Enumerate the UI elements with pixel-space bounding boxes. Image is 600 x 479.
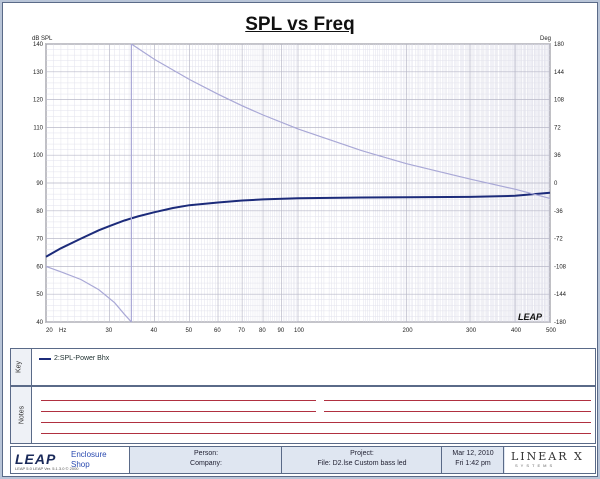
- notes-side-tab: Notes: [11, 387, 32, 443]
- y-axis-right-label: Deg: [540, 36, 551, 42]
- date-cell: Mar 12, 2010 Fri 1:42 pm: [443, 447, 504, 473]
- y-tick-label-right: 0: [554, 181, 558, 187]
- product-line-1: Enclosure: [71, 450, 107, 459]
- x-tick-label: 20: [46, 328, 53, 334]
- y-tick-label-left: 50: [36, 292, 43, 298]
- y-tick-label-left: 100: [33, 153, 44, 159]
- brand-cell: LINEAR X SYSTEMS: [505, 447, 595, 473]
- y-tick-label-right: 108: [554, 98, 565, 104]
- x-tick-label: 200: [403, 328, 414, 334]
- legend-panel: Key 2:SPL-Power Bhx: [10, 348, 596, 386]
- footer-bar: LEAP LEAP 5.0 LEAP Ver. 5.1.3.0 © 2000 E…: [10, 446, 596, 474]
- y-tick-label-right: 36: [554, 153, 561, 159]
- product-name: Enclosure Shop: [71, 450, 107, 470]
- y-tick-label-right: 180: [554, 42, 565, 48]
- x-tick-label: 70: [238, 328, 245, 334]
- y-tick-label-right: -36: [554, 209, 563, 215]
- linearx-logo: LINEAR X: [511, 450, 584, 463]
- date-text: Mar 12, 2010: [452, 450, 494, 457]
- note-line: [41, 422, 591, 423]
- note-line: [41, 433, 591, 434]
- y-tick-label-right: -180: [554, 320, 567, 326]
- person-cell: Person: Company:: [131, 447, 282, 473]
- notes-side-label: Notes: [18, 405, 26, 425]
- y-tick-label-left: 40: [36, 320, 43, 326]
- x-tick-label: 90: [278, 328, 285, 334]
- x-axis-label: Hz: [59, 328, 66, 334]
- legend-entry: 2:SPL-Power Bhx: [39, 355, 109, 362]
- time-text: Fri 1:42 pm: [455, 460, 491, 467]
- y-tick-label-left: 60: [36, 264, 43, 270]
- legend-entry-label: 2:SPL-Power Bhx: [54, 355, 110, 362]
- y-tick-label-left: 70: [36, 237, 43, 243]
- y-tick-label-right: -108: [554, 264, 567, 270]
- x-tick-label: 30: [105, 328, 112, 334]
- leap-logo: LEAP: [15, 451, 57, 467]
- x-tick-label: 40: [151, 328, 158, 334]
- note-gap: [316, 400, 324, 401]
- y-tick-label-left: 80: [36, 209, 43, 215]
- y-tick-label-left: 110: [33, 125, 43, 131]
- y-tick-label-right: -144: [554, 292, 567, 298]
- notes-panel: Notes: [10, 386, 596, 444]
- leap-logo-sub: LEAP 5.0 LEAP Ver. 5.1.3.0 © 2000: [15, 466, 79, 471]
- note-gap: [316, 411, 324, 412]
- x-tick-label: 300: [466, 328, 477, 334]
- person-label: Person:: [193, 450, 219, 457]
- project-cell: Project: File: D2.lse Custom bass led: [283, 447, 442, 473]
- leap-logo-cell: LEAP LEAP 5.0 LEAP Ver. 5.1.3.0 © 2000 E…: [11, 447, 130, 473]
- x-tick-label: 500: [546, 328, 557, 334]
- x-tick-label: 100: [294, 328, 305, 334]
- spl-chart: 20 30 40 50 60 70 80 90 100 200 300 400 500140130120…: [32, 36, 567, 334]
- company-label: Company:: [190, 460, 222, 467]
- y-tick-label-right: 72: [554, 125, 561, 131]
- x-tick-label: 50: [185, 328, 192, 334]
- file-label: File: D2.lse Custom bass led: [317, 460, 407, 467]
- legend-side-tab: Key: [11, 349, 32, 385]
- project-label: Project:: [350, 450, 374, 457]
- x-tick-label: 60: [214, 328, 221, 334]
- y-tick-label-left: 140: [33, 42, 44, 48]
- y-axis-left-label: dB SPL: [32, 36, 53, 42]
- product-line-2: Shop: [71, 460, 90, 469]
- legend-side-label: Key: [15, 360, 23, 374]
- x-tick-label: 80: [259, 328, 266, 334]
- y-tick-label-right: -72: [554, 237, 563, 243]
- y-tick-label-right: 144: [554, 70, 565, 76]
- leap-watermark: LEAP: [518, 312, 543, 322]
- legend-swatch: [39, 357, 51, 360]
- x-tick-label: 400: [511, 328, 522, 334]
- y-tick-label-left: 130: [33, 70, 44, 76]
- y-tick-label-left: 90: [36, 181, 43, 187]
- y-tick-label-left: 120: [33, 98, 44, 104]
- linearx-logo-sub: SYSTEMS: [515, 463, 556, 468]
